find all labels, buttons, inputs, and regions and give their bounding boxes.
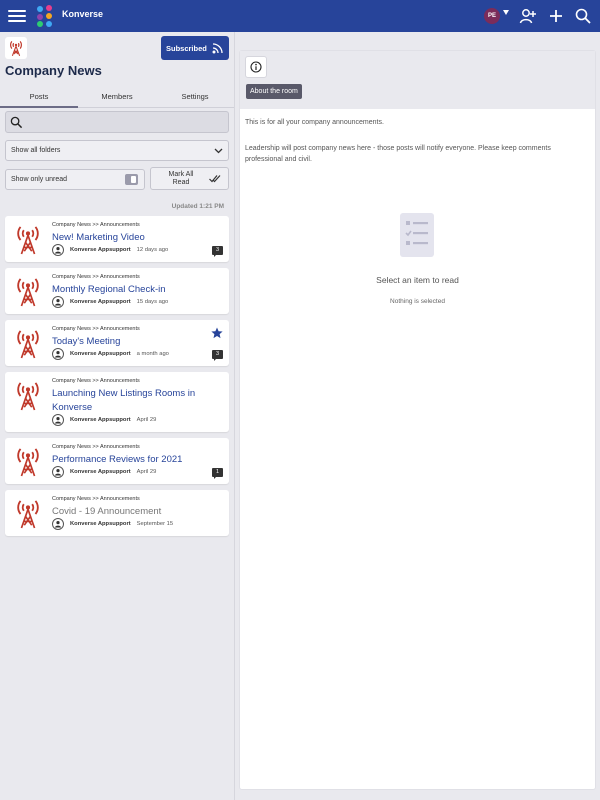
post-time: April 29 <box>136 417 157 423</box>
author-avatar-icon <box>52 414 64 426</box>
room-title: Company News <box>5 63 102 78</box>
broadcast-tower-icon <box>14 276 42 313</box>
post-card[interactable]: Company News >> Announcements Launching N… <box>5 372 229 432</box>
chevron-down-icon <box>214 148 223 154</box>
add-user-icon[interactable] <box>519 7 537 25</box>
post-folder-path: Company News >> Announcements <box>52 496 140 502</box>
post-author: Konverse Appsupport <box>70 521 131 527</box>
show-only-unread-toggle[interactable]: Show only unread <box>5 169 145 190</box>
star-icon[interactable] <box>211 326 223 344</box>
mark-all-read-button[interactable]: Mark All Read <box>150 167 229 190</box>
broadcast-tower-icon <box>14 446 42 483</box>
author-avatar-icon <box>52 466 64 478</box>
post-meta: Konverse Appsupport April 29 <box>52 466 156 478</box>
about-room-tab[interactable]: About the room <box>246 84 302 99</box>
post-time: April 29 <box>136 469 157 475</box>
post-folder-path: Company News >> Announcements <box>52 222 140 228</box>
subscribed-button[interactable]: Subscribed <box>161 36 229 60</box>
post-card[interactable]: Company News >> Announcements New! Market… <box>5 216 229 262</box>
broadcast-tower-icon <box>10 41 22 56</box>
post-meta: Konverse Appsupport a month ago <box>52 348 169 360</box>
comment-count-badge: 1 <box>212 468 223 479</box>
tab-settings[interactable]: Settings <box>156 90 234 108</box>
broadcast-tower-icon <box>14 224 42 261</box>
post-folder-path: Company News >> Announcements <box>52 274 140 280</box>
room-tabs: Posts Members Settings <box>0 88 234 108</box>
post-meta: Konverse Appsupport September 15 <box>52 518 173 530</box>
post-author: Konverse Appsupport <box>70 299 131 305</box>
app-title: Konverse <box>62 9 104 19</box>
post-meta: Konverse Appsupport 12 days ago <box>52 244 168 256</box>
post-time: September 15 <box>136 521 174 527</box>
comment-count-badge: 3 <box>212 350 223 361</box>
post-author: Konverse Appsupport <box>70 469 131 475</box>
post-folder-path: Company News >> Announcements <box>52 378 140 384</box>
post-folder-path: Company News >> Announcements <box>52 326 140 332</box>
post-card[interactable]: Company News >> Announcements Monthly Reg… <box>5 268 229 314</box>
panel-divider <box>234 32 235 800</box>
info-button[interactable] <box>245 56 267 78</box>
top-bar: Konverse PE <box>0 0 600 32</box>
broadcast-tower-icon <box>14 498 42 535</box>
info-icon <box>250 61 262 73</box>
author-avatar-icon <box>52 518 64 530</box>
konverse-logo-icon <box>37 5 52 27</box>
reading-pane: About the room This is for all your comp… <box>239 50 596 790</box>
room-avatar <box>5 37 27 59</box>
subscribed-label: Subscribed <box>166 43 207 53</box>
post-author: Konverse Appsupport <box>70 417 131 423</box>
folder-select-value: Show all folders <box>11 147 61 154</box>
chevron-down-icon[interactable] <box>503 10 509 15</box>
post-title[interactable]: Launching New Listings Rooms in Konverse <box>52 387 202 415</box>
post-time: 15 days ago <box>136 299 169 305</box>
unread-label: Show only unread <box>11 176 68 183</box>
post-card[interactable]: Company News >> Announcements Today's Mee… <box>5 320 229 366</box>
author-avatar-icon <box>52 348 64 360</box>
tab-posts[interactable]: Posts <box>0 90 78 108</box>
hamburger-icon[interactable] <box>8 8 26 24</box>
checklist-icon <box>400 213 434 257</box>
post-title[interactable]: Monthly Regional Check-in <box>52 283 202 297</box>
room-sidebar: Subscribed Company News Posts Members Se… <box>0 32 234 800</box>
post-time: 12 days ago <box>136 247 169 253</box>
author-avatar-icon <box>52 296 64 308</box>
updated-timestamp: Updated 1:21 PM <box>171 203 224 210</box>
post-card[interactable]: Company News >> Announcements Covid - 19 … <box>5 490 229 536</box>
folder-select[interactable]: Show all folders <box>5 140 229 161</box>
search-icon <box>10 116 23 129</box>
search-input[interactable] <box>5 111 229 133</box>
search-icon[interactable] <box>574 7 592 25</box>
post-title[interactable]: New! Marketing Video <box>52 231 202 245</box>
user-avatar[interactable]: PE <box>484 8 500 24</box>
tab-members[interactable]: Members <box>78 90 156 108</box>
room-description: This is for all your company announcemen… <box>245 119 384 126</box>
comment-count-badge: 3 <box>212 246 223 257</box>
double-check-icon <box>209 175 221 183</box>
post-title[interactable]: Covid - 19 Announcement <box>52 505 202 519</box>
post-author: Konverse Appsupport <box>70 247 131 253</box>
post-meta: Konverse Appsupport April 29 <box>52 414 156 426</box>
toggle-switch[interactable] <box>125 174 138 185</box>
post-author: Konverse Appsupport <box>70 351 131 357</box>
post-title[interactable]: Performance Reviews for 2021 <box>52 453 202 467</box>
empty-state-subtitle: Nothing is selected <box>390 298 445 305</box>
broadcast-tower-icon <box>14 328 42 365</box>
post-card[interactable]: Company News >> Announcements Performance… <box>5 438 229 484</box>
room-guidelines: Leadership will post company news here -… <box>245 145 551 163</box>
post-time: a month ago <box>136 351 169 357</box>
empty-state-title: Select an item to read <box>376 275 459 285</box>
broadcast-tower-icon <box>14 380 42 417</box>
mark-all-read-label: Mark All Read <box>168 171 194 186</box>
post-title[interactable]: Today's Meeting <box>52 335 202 349</box>
reading-pane-header: About the room <box>240 51 595 109</box>
plus-icon[interactable] <box>547 7 565 25</box>
post-folder-path: Company News >> Announcements <box>52 444 140 450</box>
post-meta: Konverse Appsupport 15 days ago <box>52 296 168 308</box>
author-avatar-icon <box>52 244 64 256</box>
rss-icon <box>212 43 223 54</box>
